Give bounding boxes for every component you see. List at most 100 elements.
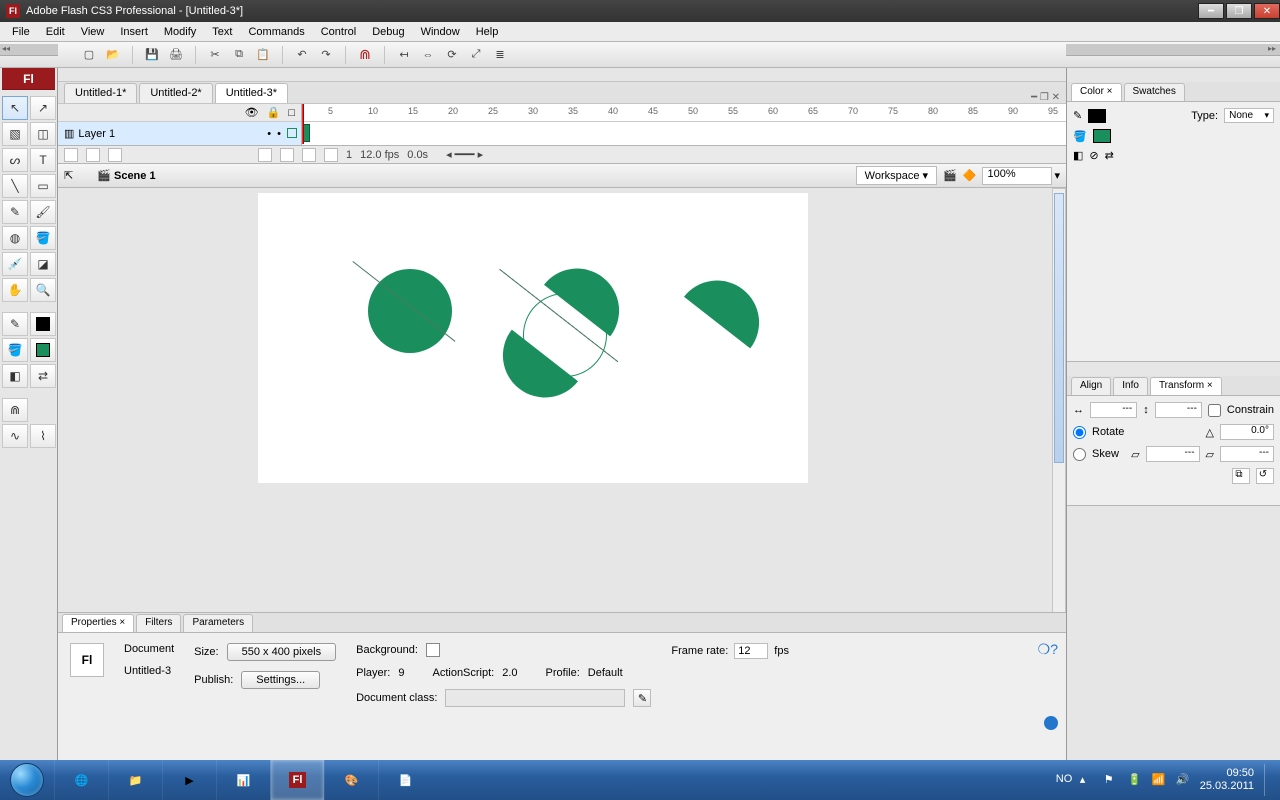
layer-row[interactable]: ▥ Layer 1 •• (58, 122, 301, 145)
eyedropper-tool[interactable]: 💉 (2, 252, 28, 276)
align-left-icon[interactable]: ↤ (395, 46, 413, 64)
fill-swatch[interactable] (30, 338, 56, 362)
transform-tab[interactable]: Transform × (1150, 377, 1222, 395)
rotate-radio[interactable] (1073, 426, 1086, 439)
tray-network-icon[interactable]: 📶 (1152, 773, 1166, 787)
skew-h-value[interactable]: --- (1146, 446, 1200, 462)
edit-multiple-icon[interactable] (302, 148, 316, 162)
smooth-option-icon[interactable]: ∿ (2, 424, 28, 448)
eraser-tool[interactable]: ◪ (30, 252, 56, 276)
tray-up-icon[interactable]: ▴ (1080, 773, 1094, 787)
stroke-swatch[interactable] (30, 312, 56, 336)
straighten-option-icon[interactable]: ⌇ (30, 424, 56, 448)
background-swatch[interactable] (426, 643, 440, 657)
menu-commands[interactable]: Commands (240, 24, 312, 40)
task-powerpoint[interactable]: 📊 (216, 760, 270, 800)
workspace-menu[interactable]: Workspace ▾ (856, 166, 937, 185)
doc-tab-0[interactable]: Untitled-1* (64, 83, 137, 103)
playhead[interactable] (302, 104, 304, 144)
hand-tool[interactable]: ✋ (2, 278, 28, 302)
transform-copy-icon[interactable]: ⧉ (1232, 468, 1250, 484)
onion-skin-icon[interactable] (258, 148, 272, 162)
snap-option-icon[interactable]: ⋒ (2, 398, 28, 422)
tray-clock[interactable]: 09:50 25.03.2011 (1200, 767, 1254, 793)
save-icon[interactable]: 💾 (143, 46, 161, 64)
tray-volume-icon[interactable]: 🔊 (1176, 773, 1190, 787)
snap-magnet-icon[interactable]: ⋒ (356, 46, 374, 64)
menu-help[interactable]: Help (468, 24, 507, 40)
subselect-tool[interactable]: ↗ (30, 96, 56, 120)
edit-scene-icon[interactable]: 🎬 (943, 169, 957, 182)
eye-icon[interactable]: 👁 (245, 106, 259, 119)
color-bucket-icon[interactable]: 🪣 (1073, 130, 1087, 143)
publish-settings-button[interactable]: Settings... (241, 671, 320, 689)
menu-insert[interactable]: Insert (112, 24, 156, 40)
onion-outline-icon[interactable] (280, 148, 294, 162)
tray-power-icon[interactable]: 🔋 (1128, 773, 1142, 787)
undo-icon[interactable]: ↶ (293, 46, 311, 64)
menu-debug[interactable]: Debug (364, 24, 412, 40)
new-icon[interactable]: ▢ (80, 46, 98, 64)
transform-reset-icon[interactable]: ↺ (1256, 468, 1274, 484)
center-frame-icon[interactable] (324, 148, 338, 162)
doc-area-collapse[interactable] (58, 68, 1066, 82)
task-word[interactable]: 📄 (378, 760, 432, 800)
help-icon[interactable]: ❍? (1038, 641, 1058, 658)
zoom-tool[interactable]: 🔍 (30, 278, 56, 302)
pencil-tool[interactable]: ✎ (2, 200, 28, 224)
selection-tool[interactable]: ↖ (2, 96, 28, 120)
menu-control[interactable]: Control (313, 24, 364, 40)
docclass-input[interactable] (445, 689, 625, 707)
swatches-tab[interactable]: Swatches (1124, 83, 1185, 101)
properties-tab[interactable]: Properties × (62, 614, 134, 632)
ink-bottle-tool[interactable]: ◍ (2, 226, 28, 250)
new-folder-icon[interactable] (86, 148, 100, 162)
transform-height[interactable]: --- (1155, 402, 1202, 418)
copy-icon[interactable]: ⧉ (230, 46, 248, 64)
timeline-track[interactable] (302, 122, 1066, 144)
menu-file[interactable]: File (4, 24, 38, 40)
color-swap-icon[interactable]: ⇄ (1105, 149, 1114, 162)
doc-tab-2[interactable]: Untitled-3* (215, 83, 288, 103)
zoom-combo[interactable]: 100% (982, 167, 1052, 185)
task-flash[interactable]: Fl (270, 760, 324, 800)
accessibility-icon[interactable] (1044, 716, 1058, 730)
edit-bar-collapse-icon[interactable]: ⇱ (64, 169, 73, 182)
free-transform-tool[interactable]: ▧ (2, 122, 28, 146)
open-icon[interactable]: 📂 (104, 46, 122, 64)
maximize-button[interactable]: ❐ (1226, 3, 1252, 19)
minimize-button[interactable]: ━ (1198, 3, 1224, 19)
edit-symbol-icon[interactable]: 🔶 (963, 169, 977, 182)
timeline-hscroll[interactable]: ◂ ━━━ ▸ (446, 148, 483, 161)
left-panel-collapse[interactable]: ◂◂ (0, 44, 58, 56)
skew-v-value[interactable]: --- (1220, 446, 1274, 462)
color-tab[interactable]: Color × (1071, 83, 1122, 101)
task-media[interactable]: ▶ (162, 760, 216, 800)
fill-color-tool[interactable]: 🪣 (2, 338, 28, 362)
swap-colors-tool[interactable]: ⇄ (30, 364, 56, 388)
task-explorer[interactable]: 📁 (108, 760, 162, 800)
paint-bucket-tool[interactable]: 🪣 (30, 226, 56, 250)
stage-canvas[interactable] (258, 193, 808, 483)
framerate-input[interactable]: 12 (734, 643, 768, 659)
menu-window[interactable]: Window (413, 24, 468, 40)
size-button[interactable]: 550 x 400 pixels (227, 643, 337, 661)
stroke-color-swatch[interactable] (1088, 109, 1106, 123)
cut-icon[interactable]: ✂ (206, 46, 224, 64)
delete-layer-icon[interactable] (108, 148, 122, 162)
menu-edit[interactable]: Edit (38, 24, 73, 40)
text-tool[interactable]: T (30, 148, 56, 172)
timeline-ruler[interactable]: 5101520253035404550556065707580859095 (302, 104, 1066, 122)
doc-tab-1[interactable]: Untitled-2* (139, 83, 212, 103)
lock-icon[interactable]: 🔒 (267, 106, 281, 119)
align-icon[interactable]: ≣ (491, 46, 509, 64)
task-paint[interactable]: 🎨 (324, 760, 378, 800)
show-desktop[interactable] (1264, 764, 1272, 796)
redo-icon[interactable]: ↷ (317, 46, 335, 64)
black-white-tool[interactable]: ◧ (2, 364, 28, 388)
new-layer-icon[interactable] (64, 148, 78, 162)
docclass-edit-icon[interactable]: ✎ (633, 689, 651, 707)
doc-window-controls[interactable]: ━ ❐ ✕ (1031, 92, 1066, 103)
color-type-select[interactable]: None (1224, 108, 1274, 123)
shape-half-lone[interactable] (684, 264, 776, 349)
